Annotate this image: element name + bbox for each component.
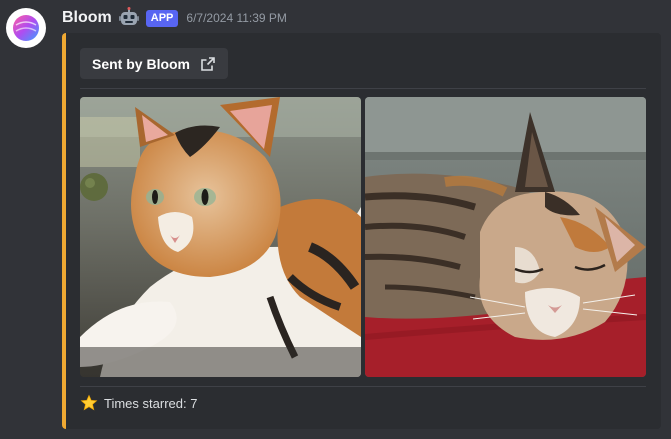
sent-by-button[interactable]: Sent by Bloom <box>80 48 229 79</box>
embed-image-1[interactable] <box>80 97 361 377</box>
star-emoji-icon <box>80 394 98 411</box>
chat-message: Bloom APP 6/7/2024 11:39 PM Sent by Bloo… <box>0 0 671 439</box>
image-gallery <box>80 97 646 377</box>
username[interactable]: Bloom <box>62 9 112 27</box>
message-header: Bloom APP 6/7/2024 11:39 PM <box>62 7 287 29</box>
app-badge: APP <box>145 9 179 27</box>
avatar[interactable] <box>6 8 46 48</box>
embed-footer: Times starred: 7 <box>80 394 197 412</box>
bloom-logo-icon <box>13 15 39 41</box>
embed-footer-divider <box>80 386 646 387</box>
embed-image-2[interactable] <box>365 97 646 377</box>
star-count-text: Times starred: 7 <box>104 395 198 411</box>
external-link-icon <box>201 56 215 71</box>
robot-emoji-icon <box>118 7 140 29</box>
timestamp: 6/7/2024 11:39 PM <box>186 11 287 25</box>
embed: Sent by Bloom Times starred: 7 <box>62 33 661 429</box>
sent-by-label: Sent by Bloom <box>92 55 191 72</box>
embed-divider <box>80 88 646 89</box>
